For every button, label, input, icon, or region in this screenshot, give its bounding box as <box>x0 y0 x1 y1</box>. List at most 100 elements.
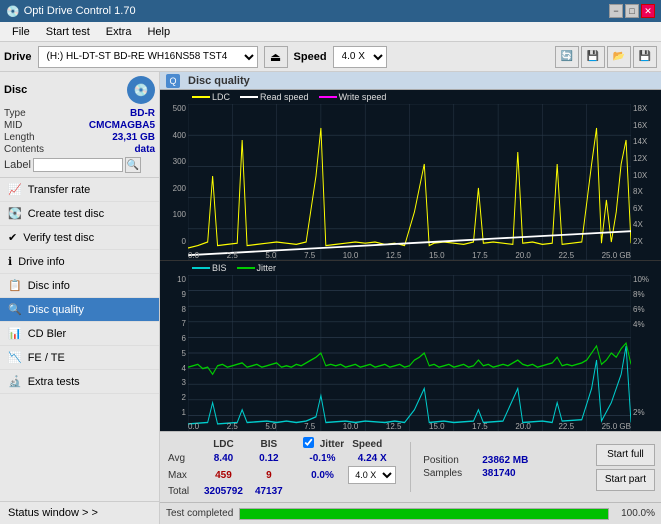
x-label-125: 12.5 <box>386 251 402 260</box>
legend-ldc-color <box>192 96 210 98</box>
chart2-y-axis-left: 10 9 8 7 6 5 4 3 2 1 <box>160 275 188 417</box>
extra-tests-icon: 🔬 <box>8 375 22 388</box>
x-label-200: 20.0 <box>515 251 531 260</box>
disc-label-label: Label <box>4 159 31 171</box>
sidebar-item-drive-info[interactable]: ℹ Drive info <box>0 250 159 274</box>
legend-read-speed: Read speed <box>240 92 309 102</box>
fe-te-label: FE / TE <box>28 352 65 364</box>
transfer-rate-label: Transfer rate <box>28 184 91 196</box>
title-bar-left: 💿 Opti Drive Control 1.70 <box>6 5 136 18</box>
chart1-y-axis-left: 500 400 300 200 100 0 <box>160 104 188 246</box>
sidebar-item-create-test-disc[interactable]: 💽 Create test disc <box>0 202 159 226</box>
speed-select[interactable]: 4.0 X <box>333 46 387 68</box>
x2-label-25: 2.5 <box>227 422 238 431</box>
x-label-225: 22.5 <box>558 251 574 260</box>
y2-label-1: 1 <box>160 408 186 417</box>
quality-header: Q Disc quality <box>160 72 661 90</box>
drive-label: Drive <box>4 51 32 63</box>
stats-avg-speed: 4.24 X <box>346 452 398 465</box>
drive-bar: Drive (H:) HL-DT-ST BD-RE WH16NS58 TST4 … <box>0 42 661 72</box>
start-full-button[interactable]: Start full <box>596 444 655 466</box>
fe-te-icon: 📉 <box>8 351 22 364</box>
y2-label-4: 4 <box>160 364 186 373</box>
y-right-6x: 6X <box>633 204 661 213</box>
y2-right-6p: 6% <box>633 305 661 314</box>
eject-button[interactable]: ⏏ <box>264 46 288 68</box>
speed-select-stats[interactable]: 4.0 X <box>348 466 396 484</box>
close-button[interactable]: ✕ <box>641 4 655 18</box>
progress-bar-outer <box>239 508 609 520</box>
drive-icon-btn-4[interactable]: 💾 <box>633 46 657 68</box>
menu-file[interactable]: File <box>4 24 38 40</box>
drive-icon-btn-1[interactable]: 🔄 <box>555 46 579 68</box>
chart2-x-axis: 0.0 2.5 5.0 7.5 10.0 12.5 15.0 17.5 20.0… <box>188 422 631 431</box>
chart1-legend: LDC Read speed Write speed <box>192 92 386 102</box>
progress-percent-text: 100.0% <box>615 508 655 519</box>
disc-length-row: Length 23,31 GB <box>4 132 155 143</box>
content-area: Q Disc quality LDC Read speed <box>160 72 661 524</box>
minimize-button[interactable]: − <box>609 4 623 18</box>
y-right-18x: 18X <box>633 104 661 113</box>
chart2-svg <box>188 275 631 431</box>
charts-area: LDC Read speed Write speed 500 400 <box>160 90 661 431</box>
drive-icons: 🔄 💾 📂 💾 <box>555 46 657 68</box>
x2-label-200: 20.0 <box>515 422 531 431</box>
jitter-checkbox[interactable] <box>303 437 314 448</box>
stats-total-bis: 47137 <box>249 485 289 498</box>
start-part-button[interactable]: Start part <box>596 469 655 491</box>
stats-header-bis: BIS <box>249 436 289 452</box>
sidebar-item-cd-bler[interactable]: 📊 CD Bler <box>0 322 159 346</box>
drive-icon-btn-2[interactable]: 💾 <box>581 46 605 68</box>
legend-write-speed-color <box>319 96 337 98</box>
y2-label-8: 8 <box>160 305 186 314</box>
maximize-button[interactable]: □ <box>625 4 639 18</box>
stats-separator <box>410 442 411 492</box>
cd-bler-icon: 📊 <box>8 327 22 340</box>
sidebar-item-verify-test-disc[interactable]: ✔ Verify test disc <box>0 226 159 250</box>
y-label-0: 0 <box>160 237 186 246</box>
x2-label-0: 0.0 <box>188 422 199 431</box>
stats-area: LDC BIS Jitter Speed Avg 8.40 0.12 -0.1%… <box>160 431 661 502</box>
legend-jitter-label: Jitter <box>257 263 277 273</box>
drive-info-icon: ℹ <box>8 255 12 268</box>
y2-label-7: 7 <box>160 319 186 328</box>
samples-label: Samples <box>423 468 478 479</box>
sidebar-item-disc-info[interactable]: 📋 Disc info <box>0 274 159 298</box>
y2-label-5: 5 <box>160 349 186 358</box>
drive-select[interactable]: (H:) HL-DT-ST BD-RE WH16NS58 TST4 <box>38 46 258 68</box>
stats-max-label: Max <box>166 465 198 485</box>
chart1-y-axis-right: 18X 16X 14X 12X 10X 8X 6X 4X 2X <box>631 104 661 246</box>
legend-bis: BIS <box>192 263 227 273</box>
sidebar-item-extra-tests[interactable]: 🔬 Extra tests <box>0 370 159 394</box>
legend-jitter-color <box>237 267 255 269</box>
status-window[interactable]: Status window > > <box>0 501 159 524</box>
y-label-500: 500 <box>160 104 186 113</box>
disc-quality-icon: 🔍 <box>8 303 22 316</box>
title-bar: 💿 Opti Drive Control 1.70 − □ ✕ <box>0 0 661 22</box>
main-area: Disc 💿 Type BD-R MID CMCMAGBA5 Length 23… <box>0 72 661 524</box>
y2-label-3: 3 <box>160 378 186 387</box>
progress-status-text: Test completed <box>166 508 233 519</box>
sidebar-item-disc-quality[interactable]: 🔍 Disc quality <box>0 298 159 322</box>
x2-label-150: 15.0 <box>429 422 445 431</box>
y-right-2x: 2X <box>633 237 661 246</box>
create-test-disc-label: Create test disc <box>28 208 104 220</box>
transfer-rate-icon: 📈 <box>8 183 22 196</box>
speed-label: Speed <box>294 51 327 63</box>
disc-label-input[interactable] <box>33 158 123 172</box>
stats-header-ldc: LDC <box>198 436 249 452</box>
extra-tests-label: Extra tests <box>28 376 80 388</box>
create-test-disc-icon: 💽 <box>8 207 22 220</box>
menu-start-test[interactable]: Start test <box>38 24 98 40</box>
disc-contents-value: data <box>134 144 155 155</box>
sidebar-item-transfer-rate[interactable]: 📈 Transfer rate <box>0 178 159 202</box>
disc-header: Disc 💿 <box>4 76 155 104</box>
menu-extra[interactable]: Extra <box>98 24 140 40</box>
sidebar-item-fe-te[interactable]: 📉 FE / TE <box>0 346 159 370</box>
menu-help[interactable]: Help <box>139 24 178 40</box>
position-label: Position <box>423 455 478 466</box>
legend-write-speed-label: Write speed <box>339 92 387 102</box>
disc-label-button[interactable]: 🔍 <box>125 157 141 173</box>
drive-icon-btn-3[interactable]: 📂 <box>607 46 631 68</box>
legend-ldc: LDC <box>192 92 230 102</box>
